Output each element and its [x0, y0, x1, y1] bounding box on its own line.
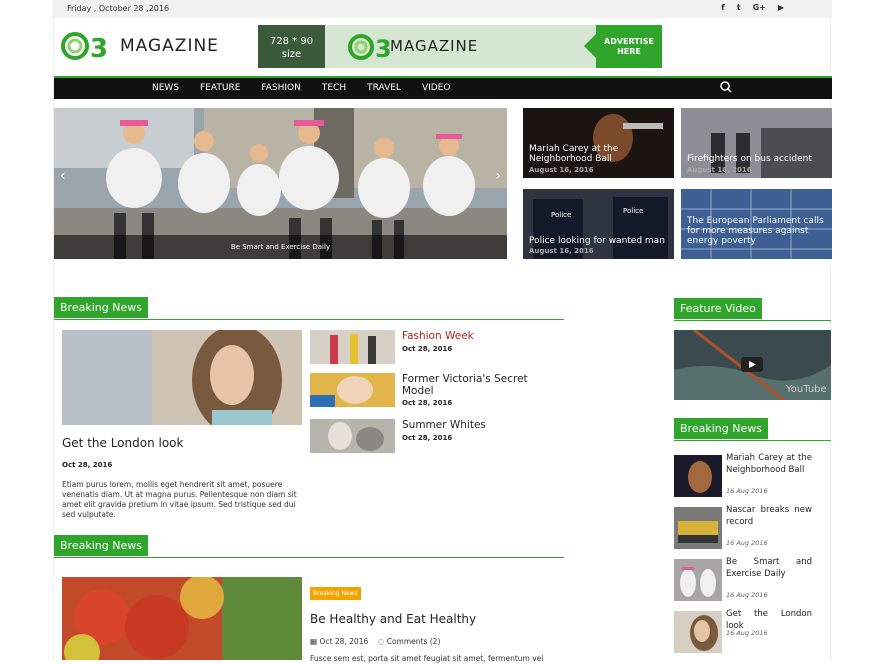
ad-logo-text: MAGAZINE [390, 37, 479, 55]
article-image [674, 611, 722, 653]
main-article-excerpt: Etiam purus lorem, mollis eget hendrerit… [62, 480, 297, 519]
ad-size-label: 728 * 90 size [258, 25, 325, 68]
nav-item-feature[interactable]: FEATURE [200, 83, 240, 93]
sidebar-thumb[interactable] [674, 611, 722, 653]
sidebar-thumb[interactable] [674, 507, 722, 549]
section-header-breaking-news: Breaking News [54, 296, 564, 320]
nav-item-fashion[interactable]: FASHION [261, 83, 300, 93]
main-article-image[interactable] [62, 330, 302, 425]
article-image [310, 419, 395, 453]
article-date: Oct 28, 2016 [402, 399, 453, 407]
section-title: Breaking News [54, 535, 148, 556]
sidebar-thumb[interactable] [674, 559, 722, 601]
featured-thumb[interactable]: Mariah Carey at the Neighborhood Ball Au… [523, 108, 674, 178]
article-meta: ▦ Oct 28, 2016 ◌ Comments (2) [310, 637, 440, 646]
article-title[interactable]: Fashion Week [402, 330, 562, 342]
section-title: Feature Video [674, 298, 762, 319]
thumb-date: August 16, 2016 [529, 247, 594, 255]
slider-next-icon[interactable]: › [495, 168, 501, 184]
logo-text: MAGAZINE [120, 36, 219, 56]
comments-link[interactable]: Comments (2) [387, 637, 441, 646]
sidebar-article-date: 16 Aug 2016 [726, 591, 768, 599]
sidebar-article-date: 16 Aug 2016 [726, 487, 768, 495]
nav-item-tech[interactable]: TECH [322, 83, 346, 93]
main-article-date: Oct 28, 2016 [62, 461, 113, 469]
sidebar-article-title[interactable]: Mariah Carey at the Neighborhood Ball [726, 452, 812, 476]
article-title[interactable]: Former Victoria's Secret Model [402, 373, 562, 397]
section-header-breaking-news: Breaking News [674, 417, 831, 441]
google-plus-icon[interactable]: G+ [753, 3, 766, 12]
sidebar-article-title[interactable]: Nascar breaks new record [726, 504, 812, 528]
nav-item-travel[interactable]: TRAVEL [367, 83, 401, 93]
ad-banner[interactable]: 728 * 90 size 3 MAGAZINE ADVERTISE HERE [258, 25, 662, 68]
sidebar-article-title[interactable]: Be Smart and Exercise Daily [726, 556, 812, 580]
article-image [62, 330, 302, 425]
calendar-icon: ▦ [310, 637, 318, 646]
main-article-title[interactable]: Get the London look [62, 436, 183, 450]
sidebar-article-date: 16 Aug 2016 [726, 539, 768, 547]
svg-text:3: 3 [90, 34, 108, 62]
video-thumbnail: YouTube [674, 330, 831, 400]
feature-video-player[interactable]: YouTube [674, 330, 831, 400]
article-image [674, 559, 722, 601]
thumb-title[interactable]: Mariah Carey at the Neighborhood Ball [529, 144, 669, 164]
sidebar-article-date: 16 Aug 2016 [726, 629, 768, 637]
page: Friday , October 28 ,2016 f t G+ ▶ 3 MAG… [53, 0, 832, 663]
svg-text:Police: Police [623, 207, 643, 215]
section-header-feature-video: Feature Video [674, 297, 831, 321]
article-thumb[interactable] [310, 419, 395, 453]
section-header-breaking-news: Breaking News [54, 534, 564, 558]
section-title: Breaking News [54, 297, 148, 318]
category-tag[interactable]: Breaking News [310, 587, 361, 600]
thumb-title[interactable]: Police looking for wanted man [529, 236, 669, 246]
logo-o3-mark: 3 [61, 32, 108, 62]
article-thumb[interactable] [310, 373, 395, 407]
article-image [674, 455, 722, 497]
featured-thumb[interactable]: Firefighters on bus accident August 16, … [681, 108, 832, 178]
site-logo[interactable]: 3 MAGAZINE [60, 30, 220, 62]
main-nav: NEWS FEATURE FASHION TECH TRAVEL VIDEO [54, 76, 832, 99]
article-title[interactable]: Be Healthy and Eat Healthy [310, 612, 476, 626]
current-date: Friday , October 28 ,2016 [67, 4, 170, 13]
thumb-title[interactable]: The European Parliament calls for more m… [687, 216, 827, 246]
thumb-date: August 16, 2016 [687, 166, 752, 174]
facebook-icon[interactable]: f [721, 3, 724, 12]
top-bar: Friday , October 28 ,2016 f t G+ ▶ [54, 0, 832, 18]
twitter-icon[interactable]: t [737, 3, 741, 12]
slider-prev-icon[interactable]: ‹ [60, 168, 66, 184]
article-image [62, 577, 302, 660]
thumb-title[interactable]: Firefighters on bus accident [687, 154, 827, 164]
thumb-date: August 16, 2016 [529, 166, 594, 174]
hero-slider[interactable]: ‹ › Be Smart and Exercise Daily [54, 108, 507, 259]
advertise-button[interactable]: ADVERTISE HERE [584, 25, 662, 68]
article-date: Oct 28, 2016 [402, 345, 453, 353]
article-date: Oct 28, 2016 [319, 637, 369, 646]
hero-caption: Be Smart and Exercise Daily [54, 235, 507, 259]
article-image [674, 507, 722, 549]
search-icon[interactable] [720, 81, 732, 96]
featured-thumb[interactable]: Police Police Police looking for wanted m… [523, 189, 674, 259]
comment-icon: ◌ [377, 637, 385, 646]
social-links: f t G+ ▶ [721, 3, 784, 12]
article-thumb[interactable] [310, 330, 395, 364]
section-title: Breaking News [674, 418, 768, 439]
sidebar-thumb[interactable] [674, 455, 722, 497]
article-date: Oct 28, 2016 [402, 434, 453, 442]
svg-text:YouTube: YouTube [785, 384, 827, 395]
article-image [310, 373, 395, 407]
youtube-icon[interactable]: ▶ [778, 3, 784, 12]
article-excerpt: Fusce sem est, porta sit amet feugiat si… [310, 654, 544, 663]
featured-thumb[interactable]: The European Parliament calls for more m… [681, 189, 832, 259]
svg-text:Police: Police [551, 211, 571, 219]
article-image [310, 330, 395, 364]
article-image[interactable] [62, 577, 302, 660]
nav-item-video[interactable]: VIDEO [422, 83, 451, 93]
article-title[interactable]: Summer Whites [402, 419, 562, 431]
nav-item-news[interactable]: NEWS [152, 83, 179, 93]
